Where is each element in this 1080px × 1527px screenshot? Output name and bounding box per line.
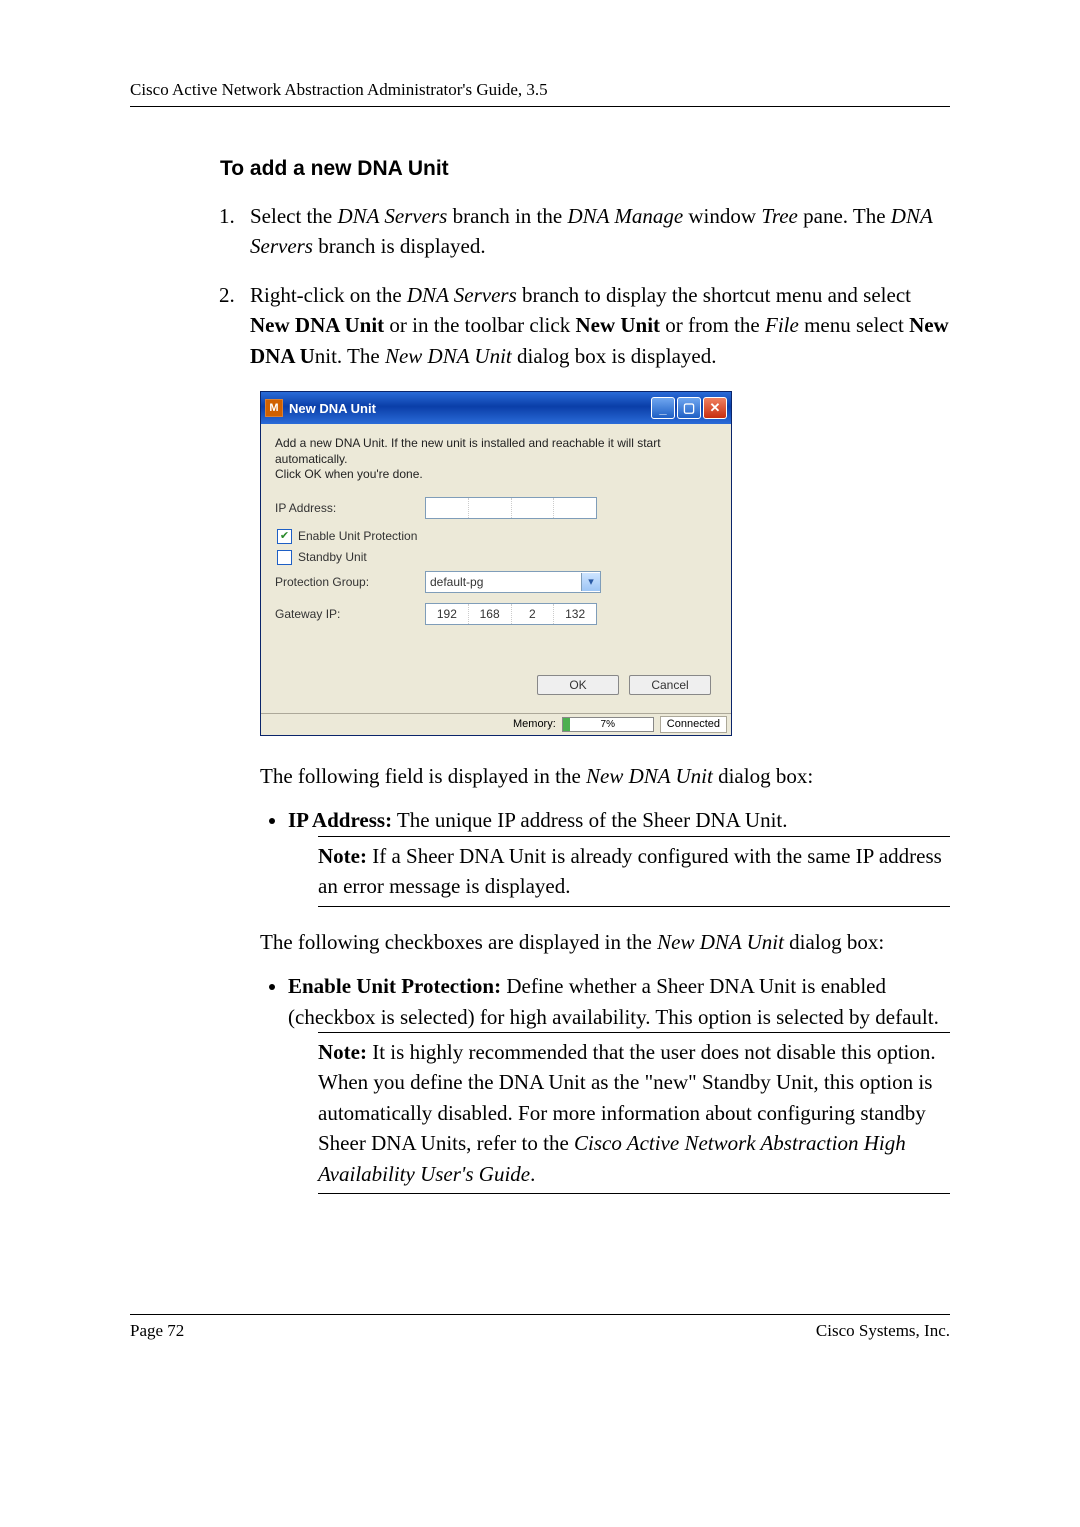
- ip-address-label: IP Address:: [275, 501, 425, 515]
- t: File: [765, 313, 799, 337]
- ip-address-bullet: IP Address: The unique IP address of the…: [288, 805, 950, 906]
- connection-status: Connected: [660, 716, 727, 733]
- section-heading: To add a new DNA Unit: [220, 157, 950, 181]
- t: dialog box:: [784, 930, 884, 954]
- t: New DNA Unit: [250, 313, 384, 337]
- t: New Unit: [575, 313, 660, 337]
- t: menu select: [799, 313, 909, 337]
- note-box-1: Note: If a Sheer DNA Unit is already con…: [318, 836, 950, 907]
- t: branch is displayed.: [313, 234, 486, 258]
- t: pane. The: [798, 204, 891, 228]
- memory-bar: 7%: [562, 717, 654, 732]
- close-icon[interactable]: ✕: [703, 397, 727, 419]
- memory-label: Memory:: [513, 718, 556, 730]
- t: New DNA Unit: [586, 764, 713, 788]
- t: branch in the: [447, 204, 567, 228]
- new-dna-unit-dialog: M New DNA Unit _ ▢ ✕ Add a new DNA Unit.…: [260, 391, 732, 736]
- dialog-titlebar[interactable]: M New DNA Unit _ ▢ ✕: [261, 392, 731, 424]
- t: The following checkboxes are displayed i…: [260, 930, 657, 954]
- t: New DNA Unit: [657, 930, 784, 954]
- t: dialog box is displayed.: [512, 344, 717, 368]
- protection-group-select[interactable]: default-pg ▾: [425, 571, 601, 593]
- ip-seg-2[interactable]: [469, 498, 512, 518]
- page-number: Page 72: [130, 1321, 184, 1341]
- gw-seg-1[interactable]: 192: [426, 604, 469, 624]
- doc-header: Cisco Active Network Abstraction Adminis…: [130, 80, 950, 107]
- t: If a Sheer DNA Unit is already configure…: [318, 844, 942, 898]
- t: or from the: [660, 313, 765, 337]
- protection-group-value: default-pg: [430, 575, 483, 589]
- company-name: Cisco Systems, Inc.: [816, 1321, 950, 1341]
- t: The unique IP address of the Sheer DNA U…: [392, 808, 787, 832]
- t: nit. The: [315, 344, 385, 368]
- maximize-icon[interactable]: ▢: [677, 397, 701, 419]
- t: The following field is displayed in the: [260, 764, 586, 788]
- ip-seg-1[interactable]: [426, 498, 469, 518]
- t: New DNA Unit: [385, 344, 512, 368]
- enable-unit-protection-label: Enable Unit Protection: [298, 529, 417, 543]
- t: dialog box:: [713, 764, 813, 788]
- t: Note:: [318, 1040, 367, 1064]
- protection-group-label: Protection Group:: [275, 575, 425, 589]
- t: .: [530, 1162, 535, 1186]
- t: DNA Servers: [407, 283, 517, 307]
- ip-address-input[interactable]: [425, 497, 597, 519]
- cancel-button[interactable]: Cancel: [629, 675, 711, 695]
- t: or in the toolbar click: [384, 313, 575, 337]
- t: Select the: [250, 204, 337, 228]
- gateway-ip-label: Gateway IP:: [275, 607, 425, 621]
- t: Enable Unit Protection:: [288, 974, 501, 998]
- t: DNA Manage: [567, 204, 683, 228]
- t: branch to display the shortcut menu and …: [517, 283, 911, 307]
- standby-unit-label: Standby Unit: [298, 550, 367, 564]
- minimize-icon[interactable]: _: [651, 397, 675, 419]
- t: DNA Servers: [337, 204, 447, 228]
- step-2: Right-click on the DNA Servers branch to…: [240, 280, 950, 371]
- enable-unit-protection-bullet: Enable Unit Protection: Define whether a…: [288, 971, 950, 1194]
- t: Tree: [761, 204, 798, 228]
- t: window: [683, 204, 761, 228]
- steps-list: Select the DNA Servers branch in the DNA…: [200, 201, 950, 371]
- page-footer: Page 72 Cisco Systems, Inc.: [130, 1314, 950, 1341]
- ip-seg-4[interactable]: [554, 498, 596, 518]
- dialog-description: Add a new DNA Unit. If the new unit is i…: [275, 436, 717, 483]
- memory-percent: 7%: [563, 718, 653, 731]
- standby-unit-checkbox[interactable]: [277, 550, 292, 565]
- enable-unit-protection-checkbox[interactable]: ✔: [277, 529, 292, 544]
- gateway-ip-input[interactable]: 192 168 2 132: [425, 603, 597, 625]
- ok-button[interactable]: OK: [537, 675, 619, 695]
- after-dialog-line-1: The following field is displayed in the …: [260, 761, 950, 791]
- gw-seg-2[interactable]: 168: [469, 604, 512, 624]
- ip-seg-3[interactable]: [512, 498, 555, 518]
- t: Note:: [318, 844, 367, 868]
- app-icon: M: [265, 399, 283, 417]
- step-1: Select the DNA Servers branch in the DNA…: [240, 201, 950, 262]
- gw-seg-3[interactable]: 2: [512, 604, 555, 624]
- dialog-statusbar: Memory: 7% Connected: [261, 713, 731, 735]
- chevron-down-icon[interactable]: ▾: [581, 573, 600, 591]
- t: IP Address:: [288, 808, 392, 832]
- gw-seg-4[interactable]: 132: [554, 604, 596, 624]
- t: Right-click on the: [250, 283, 407, 307]
- standby-unit-row[interactable]: Standby Unit: [277, 550, 717, 565]
- dialog-title: New DNA Unit: [289, 401, 651, 416]
- enable-unit-protection-row[interactable]: ✔ Enable Unit Protection: [277, 529, 717, 544]
- after-dialog-line-2: The following checkboxes are displayed i…: [260, 927, 950, 957]
- note-box-2: Note: It is highly recommended that the …: [318, 1032, 950, 1194]
- dialog-screenshot: M New DNA Unit _ ▢ ✕ Add a new DNA Unit.…: [260, 391, 950, 736]
